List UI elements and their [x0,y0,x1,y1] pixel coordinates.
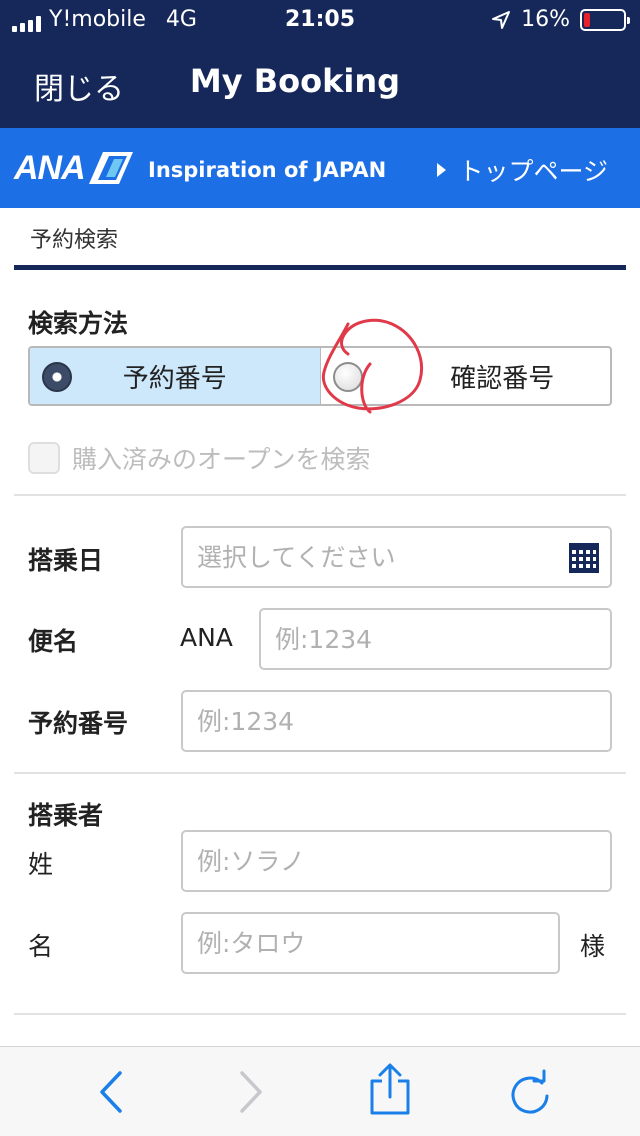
booking-number-field[interactable] [181,690,612,752]
share-icon[interactable] [368,1063,412,1117]
booking-number-label: 予約番号 [28,709,129,738]
radio-selected-icon [42,362,72,392]
top-page-link[interactable]: トップページ [437,152,608,188]
page-title: My Booking [189,62,401,100]
flight-label: 便名 [28,627,79,656]
flight-prefix: ANA [180,623,233,652]
divider [14,494,626,496]
divider [14,1013,626,1015]
ana-logo[interactable]: ANA [14,148,135,188]
section-tab-bar: 予約検索 [14,208,626,270]
status-right: 16% [491,7,630,32]
caret-right-icon [437,163,447,177]
back-icon[interactable] [96,1069,126,1115]
tagline: Inspiration of JAPAN [148,158,387,182]
ana-logo-stripes-icon [88,152,133,184]
radio-unselected-icon [332,362,363,392]
search-method-selector: 予約番号 確認番号 [28,346,612,406]
option-booking-number-label: 予約番号 [122,363,227,394]
boarding-date-input[interactable] [183,528,610,586]
first-name-field[interactable] [181,912,560,974]
purchased-open-row[interactable]: 購入済みのオープンを検索 [28,440,371,476]
boarding-date-label: 搭乗日 [28,546,104,575]
reload-icon[interactable] [508,1069,552,1115]
purchased-open-checkbox[interactable] [28,442,60,474]
top-page-link-label: トップページ [458,157,608,186]
boarding-date-field[interactable] [181,526,612,588]
forward-icon[interactable] [236,1069,266,1115]
flight-number-field[interactable] [259,608,612,670]
purchased-open-label: 購入済みのオープンを検索 [72,445,371,474]
divider [14,772,626,774]
calendar-icon[interactable] [568,542,600,574]
last-name-input[interactable] [183,832,610,890]
ana-logo-text: ANA [14,148,86,187]
first-name-label: 名 [28,932,54,961]
option-confirmation-number[interactable]: 確認番号 [321,348,611,404]
last-name-label: 姓 [28,850,54,879]
search-method-label: 検索方法 [28,309,129,338]
honorific-label: 様 [580,932,606,961]
battery-icon [580,8,630,31]
booking-number-input[interactable] [183,692,610,750]
browser-toolbar [0,1046,640,1136]
last-name-field[interactable] [181,830,612,892]
passenger-label: 搭乗者 [28,801,104,830]
first-name-input[interactable] [183,914,558,972]
flight-number-input[interactable] [261,610,610,668]
option-confirmation-number-label: 確認番号 [450,363,555,394]
tab-reservation-search[interactable]: 予約検索 [30,222,118,254]
battery-fill [584,12,591,27]
status-bar: Y!mobile 4G 21:05 16% [0,0,640,40]
ana-header: ANA Inspiration of JAPAN トップページ [0,128,640,208]
battery-percent: 16% [521,7,570,32]
navigation-bar: 閉じる My Booking [0,40,640,128]
location-arrow-icon [492,10,511,29]
option-booking-number[interactable]: 予約番号 [30,348,321,404]
